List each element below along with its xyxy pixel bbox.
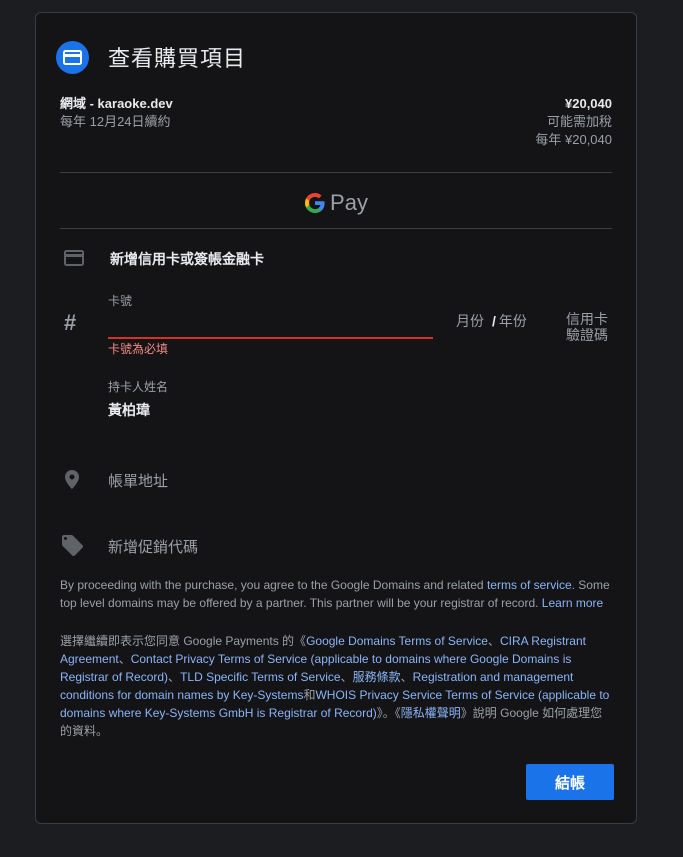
expiry-year[interactable]: 年份 [499,313,527,329]
google-pay-logo: Pay [36,189,636,217]
checkout-button[interactable]: 結帳 [526,764,614,800]
card-number-input[interactable] [108,315,433,339]
google-g-icon [305,193,325,213]
google-pay-text: Pay [330,190,368,215]
cvc-label-line1: 信用卡 [566,311,608,327]
purchase-review-card: 查看購買項目 網域 - karaoke.dev 每年 12月24日續約 ¥20,… [35,12,637,824]
expiry-field[interactable]: 月份 / 年份 [456,311,527,331]
legal-zh-sep: 、 [340,670,353,684]
tag-icon [62,535,83,561]
terms-of-service-link[interactable]: terms of service [487,578,572,592]
billing-address-field[interactable]: 帳單地址 [108,470,168,491]
cvc-label-line2: 驗證碼 [566,327,608,343]
page-title: 查看購買項目 [108,46,247,71]
legal-zh-text: 選擇繼續即表示您同意 Google Payments 的《 [60,634,307,648]
divider [60,172,612,173]
order-tax-note: 可能需加稅 [546,114,612,129]
tld-specific-tos-link[interactable]: TLD Specific Terms of Service [180,670,341,684]
credit-card-icon [56,40,89,74]
legal-zh-sep: 、 [487,634,500,648]
legal-zh-sep: 、 [168,670,181,684]
add-promo-code-link[interactable]: 新增促銷代碼 [108,536,198,557]
legal-notice-en: By proceeding with the purchase, you agr… [60,576,612,612]
google-domains-tos-link[interactable]: Google Domains Terms of Service [306,634,488,648]
card-number-label: 卡號 [108,294,133,308]
legal-zh-sep: 、 [118,652,131,666]
order-domain: 網域 - karaoke.dev [60,96,173,111]
order-annual-price: 每年 ¥20,040 [535,132,612,147]
add-card-label: 新增信用卡或簽帳金融卡 [110,251,264,267]
expiry-month[interactable]: 月份 [456,313,484,329]
cardholder-name-input[interactable]: 黃柏瑋 [108,400,150,420]
credit-card-outline-icon [64,250,84,271]
learn-more-link[interactable]: Learn more [542,596,603,610]
order-renewal: 每年 12月24日續約 [60,114,171,129]
cardholder-name-label: 持卡人姓名 [108,380,169,394]
legal-zh-sep: 、 [400,670,413,684]
location-pin-icon [65,470,79,494]
legal-notice-zh: 選擇繼續即表示您同意 Google Payments 的《Google Doma… [60,632,612,740]
legal-zh-sep: 和 [303,688,316,702]
order-price: ¥20,040 [565,96,612,111]
legal-en-text: By proceeding with the purchase, you agr… [60,578,487,592]
card-number-icon: # [64,310,77,335]
divider [60,228,612,229]
legal-zh-text-2: 》。《 [376,706,401,720]
privacy-policy-link[interactable]: 隱私權聲明 [401,706,461,720]
service-terms-link[interactable]: 服務條款 [353,670,401,684]
dialog-header: 查看購買項目 [56,39,246,75]
cvc-field[interactable]: 信用卡 驗證碼 [563,311,611,343]
card-number-error: 卡號為必填 [108,342,169,356]
expiry-separator: / [492,313,496,329]
